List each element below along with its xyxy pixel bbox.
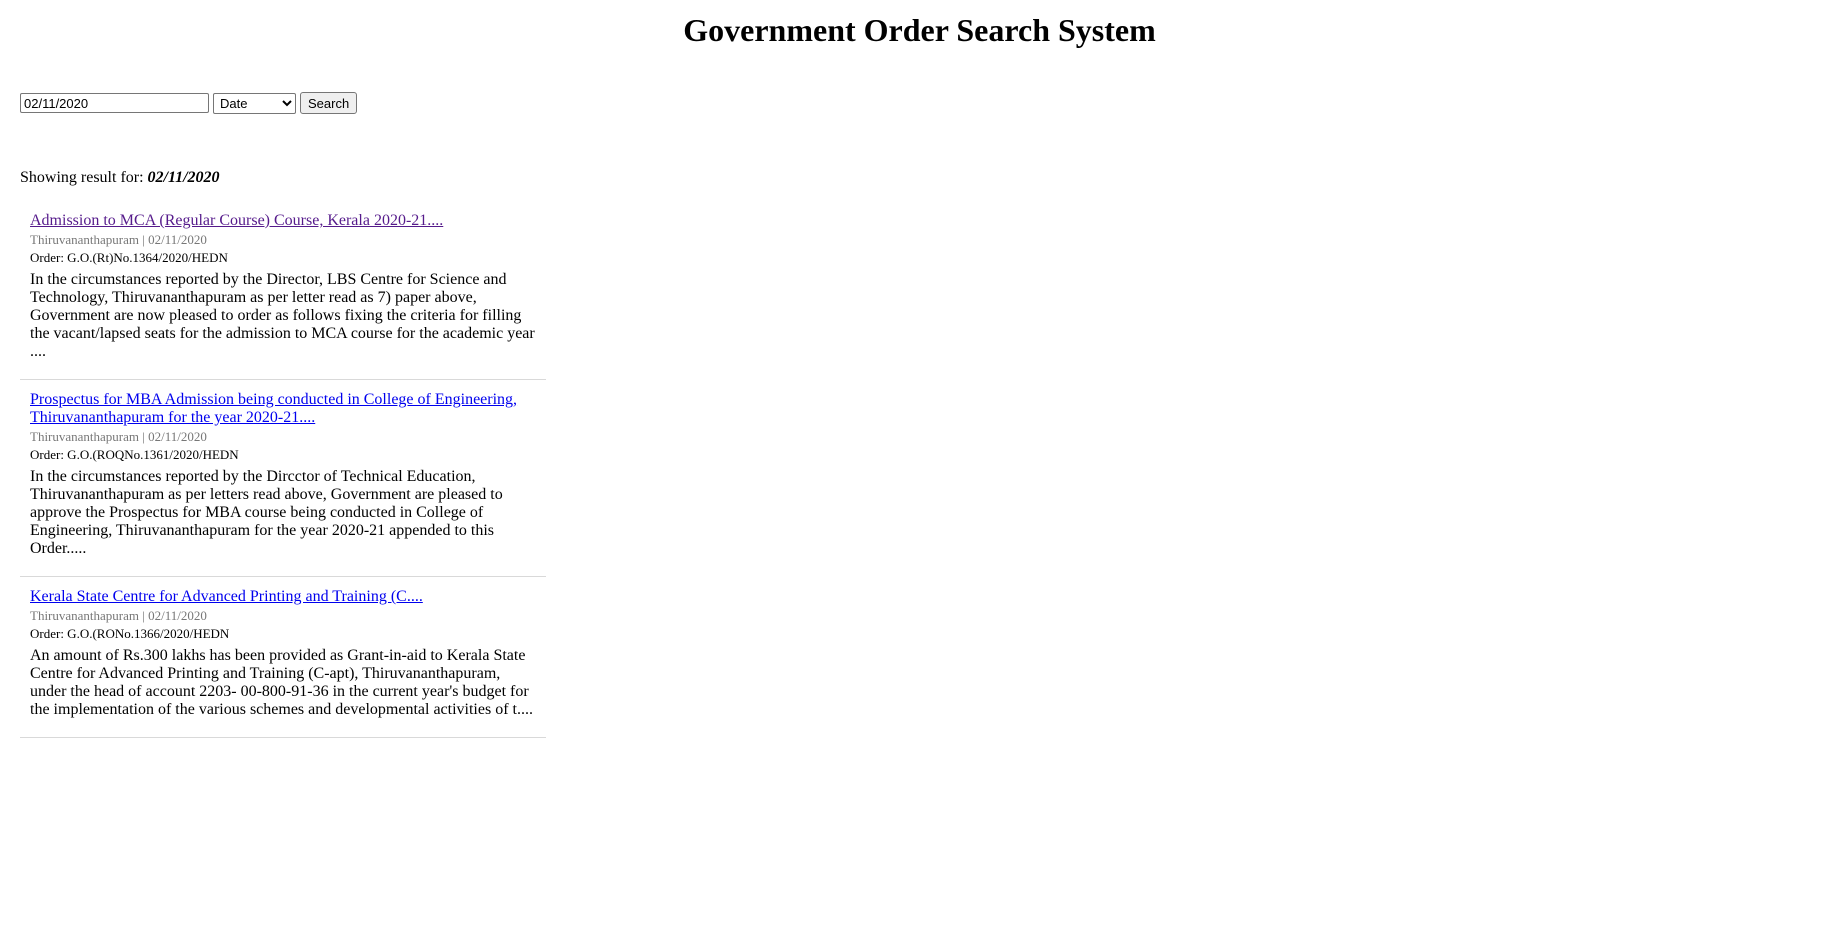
result-meta: Thiruvananthapuram | 02/11/2020: [30, 231, 536, 249]
result-summary-query: 02/11/2020: [147, 169, 220, 186]
result-meta-separator: |: [142, 232, 145, 247]
result-location: Thiruvananthapuram: [30, 429, 140, 444]
search-input[interactable]: [20, 93, 209, 113]
result-description: An amount of Rs.300 lakhs has been provi…: [30, 647, 533, 718]
result-title-link[interactable]: Prospectus for MBA Admission being condu…: [30, 391, 536, 427]
result-order-number: Order: G.O.(ROQNo.1361/2020/HEDN: [30, 447, 239, 462]
result-date: 02/11/2020: [148, 232, 207, 247]
search-filter-select[interactable]: Date: [213, 92, 296, 114]
search-button[interactable]: Search: [300, 92, 358, 114]
result-location: Thiruvananthapuram: [30, 232, 140, 247]
result-summary-label: Showing result for:: [20, 169, 144, 186]
result-description: In the circumstances reported by the Dir…: [30, 468, 503, 557]
page-title: Government Order Search System: [683, 12, 1156, 48]
result-meta-separator: |: [142, 429, 145, 444]
result-title-link[interactable]: Admission to MCA (Regular Course) Course…: [30, 212, 536, 230]
result-item: Admission to MCA (Regular Course) Course…: [20, 209, 546, 380]
result-order-number: Order: G.O.(RONo.1366/2020/HEDN: [30, 626, 230, 641]
result-item: Kerala State Centre for Advanced Printin…: [20, 577, 546, 738]
result-description: In the circumstances reported by the Dir…: [30, 271, 535, 360]
result-order-number: Order: G.O.(Rt)No.1364/2020/HEDN: [30, 250, 228, 265]
result-title-link[interactable]: Kerala State Centre for Advanced Printin…: [30, 588, 536, 606]
result-meta-separator: |: [142, 608, 145, 623]
search-bar: Date Search: [20, 92, 358, 114]
result-location: Thiruvananthapuram: [30, 608, 140, 623]
result-item: Prospectus for MBA Admission being condu…: [20, 380, 546, 577]
result-date: 02/11/2020: [148, 608, 207, 623]
result-meta: Thiruvananthapuram | 02/11/2020: [30, 428, 536, 446]
result-summary: Showing result for: 02/11/2020: [20, 168, 220, 188]
result-meta: Thiruvananthapuram | 02/11/2020: [30, 607, 536, 625]
results-list: Admission to MCA (Regular Course) Course…: [20, 209, 546, 738]
result-date: 02/11/2020: [148, 429, 207, 444]
